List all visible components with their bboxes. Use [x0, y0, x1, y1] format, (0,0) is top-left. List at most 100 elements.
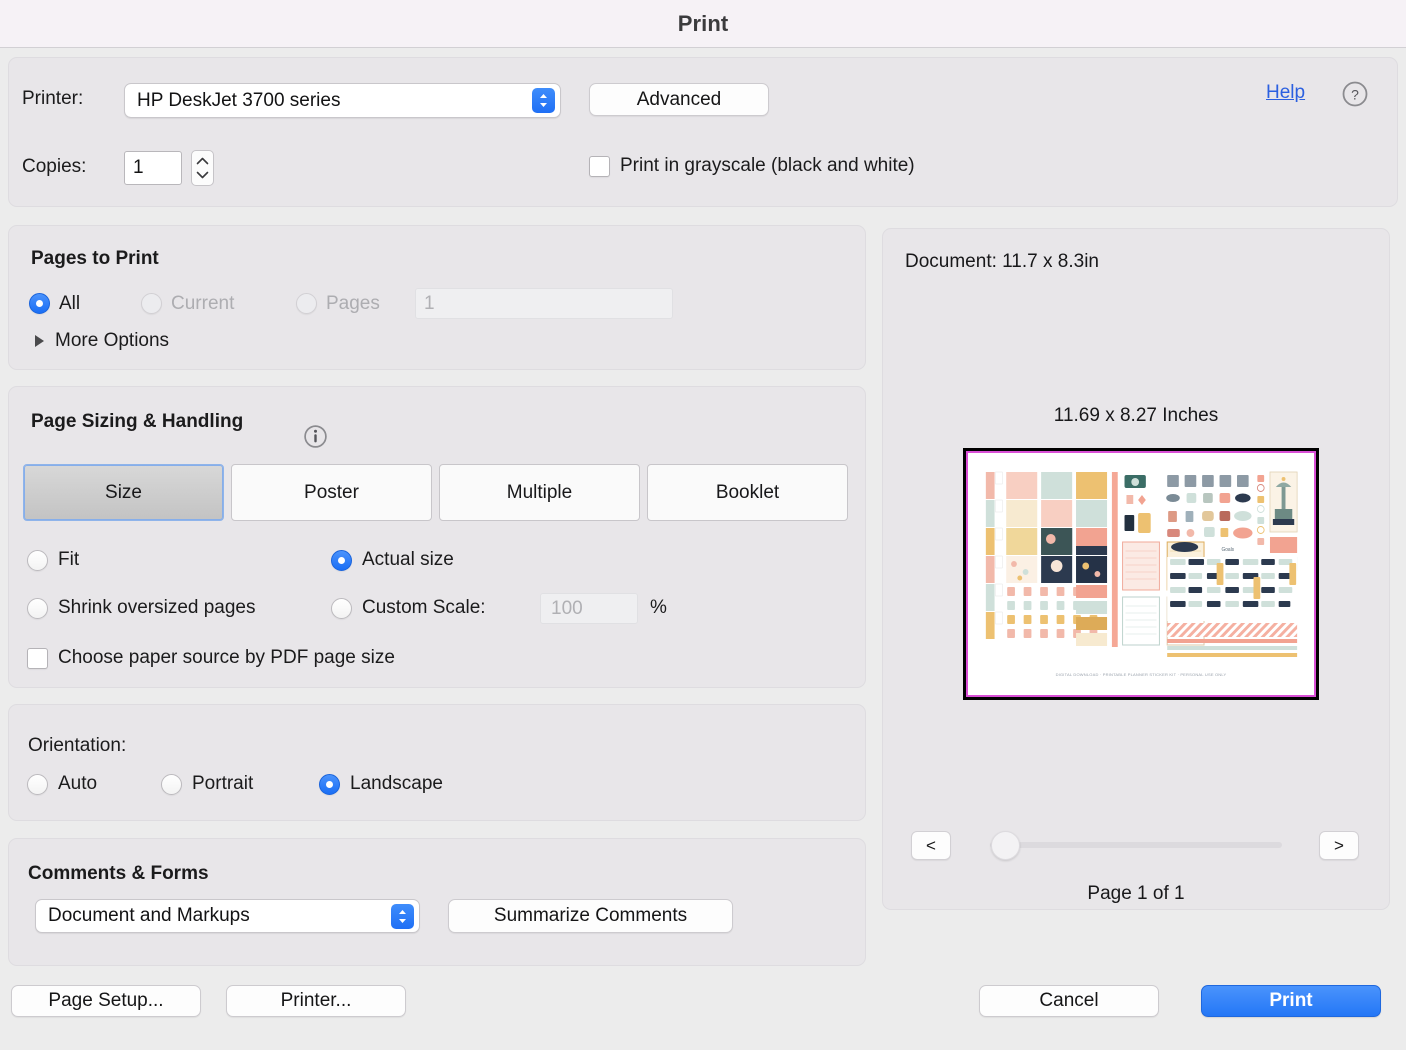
cancel-button[interactable]: Cancel	[979, 985, 1159, 1017]
page-setup-label: Page Setup...	[48, 990, 163, 1012]
page-dimensions-label: 11.69 x 8.27 Inches	[882, 405, 1390, 427]
tab-size[interactable]: Size	[23, 464, 224, 521]
printer-button-label: Printer...	[281, 990, 352, 1012]
question-mark-icon[interactable]: ?	[1341, 80, 1369, 108]
chevron-down-icon	[196, 171, 209, 179]
radio-option-actual-size[interactable]: Actual size	[331, 549, 454, 571]
page-title: Print	[678, 11, 729, 37]
pages-range-input[interactable]: 1	[415, 288, 673, 319]
printer-button[interactable]: Printer...	[226, 985, 406, 1017]
summarize-comments-button[interactable]: Summarize Comments	[448, 899, 733, 933]
previous-page-button[interactable]: <	[911, 831, 951, 860]
page-sizing-title: Page Sizing & Handling	[31, 411, 243, 433]
radio-all-label: All	[59, 293, 80, 315]
printer-label: Printer:	[22, 88, 83, 110]
advanced-button[interactable]: Advanced	[589, 83, 769, 116]
print-button-label: Print	[1269, 990, 1312, 1012]
radio-option-current[interactable]: Current	[141, 293, 296, 315]
radio-shrink-label: Shrink oversized pages	[58, 597, 256, 619]
radio-option-all[interactable]: All	[29, 293, 141, 315]
radio-option-landscape[interactable]: Landscape	[319, 773, 443, 795]
copies-stepper[interactable]	[191, 150, 214, 186]
radio-option-shrink[interactable]: Shrink oversized pages	[27, 597, 256, 619]
radio-actual-size[interactable]	[331, 550, 352, 571]
page-sizing-panel: Page Sizing & Handling	[8, 386, 866, 688]
orientation-label: Orientation:	[28, 735, 126, 757]
next-page-button[interactable]: >	[1319, 831, 1359, 860]
sticker-sheet-artwork: Goals	[981, 467, 1301, 667]
next-page-label: >	[1334, 836, 1344, 856]
dialog-titlebar: Print	[0, 0, 1406, 48]
chevron-updown-icon	[391, 904, 414, 929]
pages-to-print-options: All Current Pages 1	[29, 288, 673, 319]
more-options-disclosure[interactable]: More Options	[35, 330, 169, 352]
radio-pages[interactable]	[296, 293, 317, 314]
radio-pages-label: Pages	[326, 293, 380, 315]
radio-landscape-label: Landscape	[350, 773, 443, 795]
printer-select-value: HP DeskJet 3700 series	[125, 90, 532, 112]
radio-fit-label: Fit	[58, 549, 79, 571]
tab-booklet-label: Booklet	[716, 482, 779, 504]
triangle-right-icon	[35, 335, 44, 347]
radio-option-fit[interactable]: Fit	[27, 549, 79, 571]
radio-auto-label: Auto	[58, 773, 97, 795]
custom-scale-placeholder: 100	[551, 598, 583, 620]
page-setup-button[interactable]: Page Setup...	[11, 985, 201, 1017]
radio-landscape[interactable]	[319, 774, 340, 795]
radio-custom-scale[interactable]	[331, 598, 352, 619]
print-button[interactable]: Print	[1201, 985, 1381, 1017]
page-preview-thumbnail[interactable]: Goals	[963, 448, 1319, 700]
paper-source-checkbox[interactable]	[27, 648, 48, 669]
radio-fit[interactable]	[27, 550, 48, 571]
grayscale-label: Print in grayscale (black and white)	[620, 155, 915, 177]
orientation-options: Auto Portrait Landscape	[27, 773, 443, 795]
more-options-label: More Options	[55, 330, 169, 352]
radio-option-custom-scale[interactable]: Custom Scale:	[331, 597, 486, 619]
radio-portrait-label: Portrait	[192, 773, 253, 795]
page-preview-inner: Goals	[966, 451, 1316, 697]
comments-forms-title: Comments & Forms	[28, 863, 209, 885]
radio-actual-size-label: Actual size	[362, 549, 454, 571]
radio-auto[interactable]	[27, 774, 48, 795]
chevron-up-icon	[196, 157, 209, 165]
info-icon[interactable]	[303, 424, 328, 449]
radio-option-pages[interactable]: Pages	[296, 293, 415, 315]
comments-forms-select[interactable]: Document and Markups	[35, 899, 420, 933]
pages-to-print-panel: Pages to Print All Current Pages 1 More …	[8, 225, 866, 370]
help-link[interactable]: Help	[1266, 82, 1305, 104]
page-slider-track[interactable]	[990, 842, 1282, 848]
document-size-label: Document: 11.7 x 8.3in	[905, 251, 1099, 273]
svg-text:?: ?	[1351, 87, 1359, 103]
summarize-comments-label: Summarize Comments	[494, 905, 687, 927]
preview-watermark-caption: DIGITAL DOWNLOAD · PRINTABLE PLANNER STI…	[968, 672, 1314, 677]
radio-current[interactable]	[141, 293, 162, 314]
radio-portrait[interactable]	[161, 774, 182, 795]
tab-booklet[interactable]: Booklet	[647, 464, 848, 521]
radio-shrink[interactable]	[27, 598, 48, 619]
grayscale-checkbox[interactable]	[589, 156, 610, 177]
comments-forms-select-value: Document and Markups	[36, 905, 391, 927]
page-slider-thumb[interactable]	[991, 831, 1020, 860]
paper-source-checkbox-row[interactable]: Choose paper source by PDF page size	[27, 647, 395, 669]
printer-select[interactable]: HP DeskJet 3700 series	[124, 83, 561, 118]
copies-input[interactable]: 1	[124, 151, 182, 185]
radio-option-portrait[interactable]: Portrait	[161, 773, 319, 795]
copies-label: Copies:	[22, 156, 86, 178]
tab-multiple-label: Multiple	[507, 482, 572, 504]
radio-option-auto[interactable]: Auto	[27, 773, 161, 795]
tab-poster[interactable]: Poster	[231, 464, 432, 521]
tab-size-label: Size	[105, 482, 142, 504]
radio-all[interactable]	[29, 293, 50, 314]
previous-page-label: <	[926, 836, 936, 856]
cancel-button-label: Cancel	[1039, 990, 1098, 1012]
pages-range-placeholder: 1	[424, 293, 435, 315]
tab-poster-label: Poster	[304, 482, 359, 504]
tab-multiple[interactable]: Multiple	[439, 464, 640, 521]
grayscale-checkbox-row[interactable]: Print in grayscale (black and white)	[589, 155, 915, 177]
chevron-updown-icon	[532, 88, 555, 113]
print-dialog: Print Printer: HP DeskJet 3700 series Ad…	[0, 0, 1406, 1050]
custom-scale-input[interactable]: 100	[540, 593, 638, 624]
advanced-button-label: Advanced	[637, 89, 722, 111]
page-count-label: Page 1 of 1	[882, 883, 1390, 905]
pages-to-print-title: Pages to Print	[31, 248, 159, 270]
